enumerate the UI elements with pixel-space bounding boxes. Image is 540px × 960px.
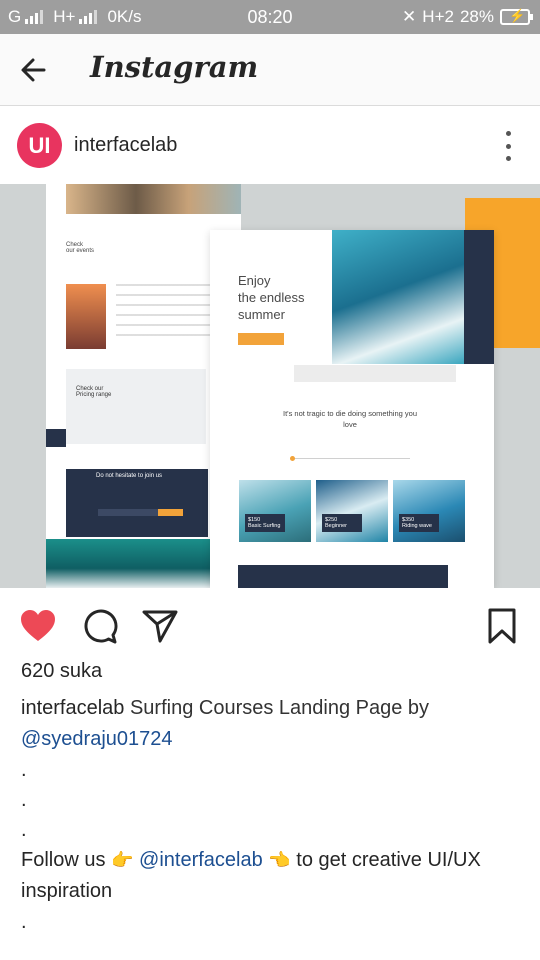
post-image[interactable]: Check our events Check our Pricing range… [0, 184, 540, 588]
bookmark-icon [488, 608, 516, 644]
decor-strip [46, 429, 66, 447]
avatar[interactable]: UI [17, 123, 62, 168]
more-options-button[interactable] [504, 131, 512, 161]
comment-button[interactable] [80, 606, 120, 646]
arrow-left-icon [21, 58, 46, 82]
battery-percent: 28% [459, 7, 494, 26]
network-indicator: H+2 [422, 7, 454, 26]
surfer-photo [332, 230, 464, 364]
caption-dot: . [21, 819, 27, 841]
post-actions [0, 598, 540, 654]
testimonial-bar [238, 565, 448, 588]
like-button[interactable] [18, 606, 58, 646]
share-button[interactable] [140, 606, 180, 646]
app-header: Instagram [0, 34, 540, 106]
course-card: $250 Beginner [316, 480, 388, 542]
pricing-section [66, 369, 206, 444]
mute-icon: ✕ [402, 7, 417, 26]
app-logo: Instagram [90, 50, 259, 84]
pricing-title: Check our Pricing range [76, 386, 112, 398]
course-card: $150 Basic Surfing [239, 480, 311, 542]
side-bar [464, 230, 494, 364]
heart-icon [21, 610, 55, 641]
course-tag: $250 Beginner [322, 514, 362, 532]
signup-input [98, 509, 160, 516]
point-left-emoji: 👈 [268, 850, 291, 870]
save-button[interactable] [482, 606, 522, 646]
back-button[interactable] [16, 52, 52, 88]
post-caption: interfacelab Surfing Courses Landing Pag… [21, 693, 521, 937]
events-title: Check our events [66, 242, 95, 254]
course-tag: $350 Riding wave [399, 514, 439, 532]
more-vertical-icon [505, 131, 511, 136]
caption-dot: . [21, 911, 27, 933]
tagline: It's not tragic to die doing something y… [282, 409, 417, 429]
status-bar: G H+ 0K/s 08:20 ✕ H+2 28% ⚡ [0, 0, 540, 34]
course-name: Basic Surfing [248, 523, 281, 529]
photo-strip [66, 184, 241, 214]
caption-mention[interactable]: @syedraju01724 [21, 728, 173, 750]
follow-prefix: Follow us [21, 849, 106, 871]
signup-title: Do not hesitate to join us [96, 473, 163, 479]
hero-headline: Enjoy the endless summer [238, 273, 305, 322]
comment-icon [84, 609, 118, 644]
caption-username[interactable]: interfacelab [21, 697, 124, 719]
caption-dot: . [21, 759, 27, 781]
signup-button [158, 509, 183, 516]
course-name: Beginner [325, 523, 348, 529]
like-count[interactable]: 620 suka [21, 660, 102, 683]
mockup-right-page: Enjoy the endless summer It's not tragic… [210, 230, 494, 588]
signup-card [66, 469, 208, 537]
caption-text: Surfing Courses Landing Page by [129, 697, 430, 719]
slider-dot [290, 456, 295, 461]
hero-button [238, 333, 284, 345]
event-photo [66, 284, 106, 349]
course-name: Riding wave [402, 523, 432, 529]
send-icon [142, 610, 178, 643]
course-card: $350 Riding wave [393, 480, 465, 542]
slider-track [290, 458, 410, 459]
follow-mention[interactable]: @interfacelab [139, 849, 263, 871]
caption-dot: . [21, 789, 27, 811]
post-username[interactable]: interfacelab [74, 134, 177, 157]
battery-icon: ⚡ [500, 8, 533, 25]
point-right-emoji: 👉 [111, 850, 134, 870]
course-tag: $150 Basic Surfing [245, 514, 285, 532]
grey-bar [294, 365, 456, 382]
post-header: UI interfacelab [0, 107, 540, 184]
